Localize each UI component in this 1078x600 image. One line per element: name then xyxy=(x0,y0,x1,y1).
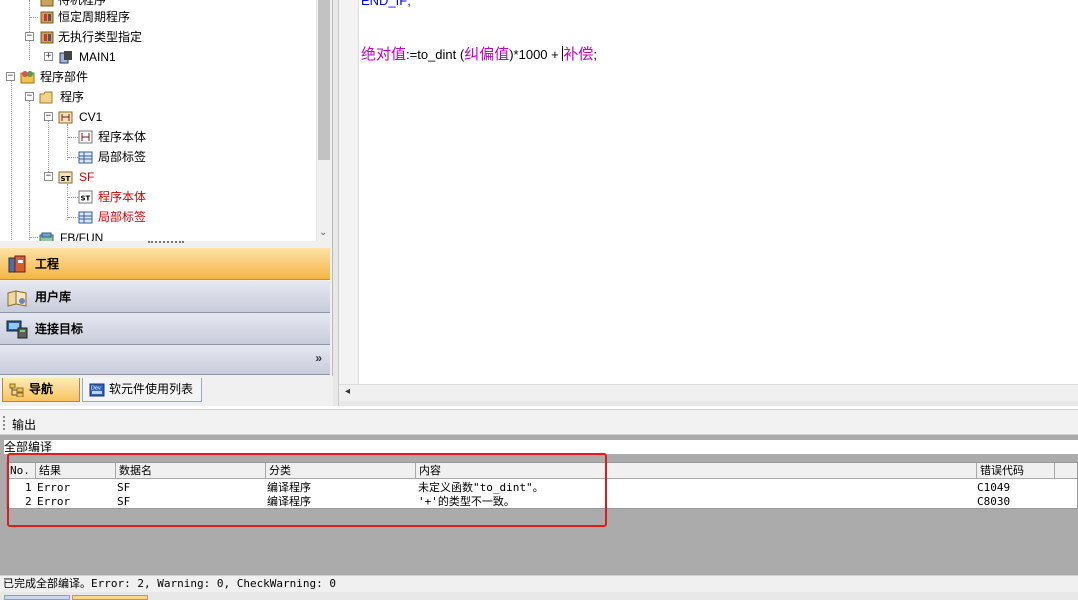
code-line-end-if[interactable]: END_IF; xyxy=(361,0,411,8)
ladder-body-icon xyxy=(78,130,93,144)
ladder-program-icon xyxy=(58,110,73,124)
library-icon xyxy=(6,287,28,307)
tree-vertical-scrollbar[interactable]: ⌄ xyxy=(316,0,330,241)
nav-button-user-library[interactable]: 用户库 xyxy=(0,281,330,313)
editor-horizontal-scrollbar[interactable]: ◂ xyxy=(339,384,1078,401)
label-table-icon xyxy=(78,210,93,224)
code-operator: )*1000 + xyxy=(509,47,563,62)
chevron-double-right-icon: » xyxy=(315,351,322,365)
nav-overflow-button[interactable]: » xyxy=(0,345,330,375)
project-icon xyxy=(6,254,28,274)
tab-device-usage-list[interactable]: Dev 软元件使用列表 xyxy=(82,378,202,402)
nav-button-connection-target[interactable]: 连接目标 xyxy=(0,313,330,345)
scroll-left-icon[interactable]: ◂ xyxy=(345,386,350,397)
dock-grip[interactable] xyxy=(3,416,6,430)
code-terminator: ; xyxy=(593,47,597,62)
output-window-header: 输出 xyxy=(0,409,1078,435)
cell-error-code: C8030 xyxy=(977,495,1011,508)
tree-item-cv1[interactable]: − CV1 xyxy=(0,107,316,127)
tree-item-program[interactable]: − 程序 xyxy=(0,87,316,107)
fb-folder-icon xyxy=(39,231,54,241)
navigation-tab-strip: 导航 Dev 软元件使用列表 xyxy=(0,376,333,406)
code-operator: :=to_dint ( xyxy=(406,47,465,62)
program-folder-icon xyxy=(40,30,55,44)
st-program-icon: ST xyxy=(58,170,73,184)
navigation-pane: 待机程序 恒定周期程序 − 无执行类型指定 + MAIN1 − 程序部件 − 程… xyxy=(0,0,333,406)
program-folder-icon xyxy=(40,10,55,24)
tree-item-fb-fun[interactable]: FB/FUN xyxy=(0,228,316,241)
navigation-tree-icon xyxy=(9,382,25,398)
tree-item-sf-local-labels[interactable]: 局部标签 xyxy=(0,207,316,227)
tree-item-program-parts[interactable]: − 程序部件 xyxy=(0,67,316,87)
scroll-down-icon[interactable]: ⌄ xyxy=(319,227,327,238)
collapse-toggle-icon[interactable]: − xyxy=(44,112,53,121)
tree-item-sf-program-body[interactable]: ST 程序本体 xyxy=(0,187,316,207)
error-highlight-annotation xyxy=(7,453,607,527)
editor-gutter xyxy=(339,0,359,384)
tree-item-main1[interactable]: + MAIN1 xyxy=(0,47,316,67)
tree-item-cv1-local-labels[interactable]: 局部标签 xyxy=(0,147,316,167)
collapse-toggle-icon[interactable]: − xyxy=(44,172,53,181)
program-icon xyxy=(58,50,73,64)
code-line-assignment[interactable]: 绝对值:=to_dint (纠偏值)*1000 + 补偿; xyxy=(361,43,597,64)
tab-navigation[interactable]: 导航 xyxy=(2,378,80,402)
svg-text:ST: ST xyxy=(81,195,91,203)
connection-icon xyxy=(6,319,28,339)
folder-icon xyxy=(39,90,54,104)
bottom-tab[interactable] xyxy=(4,595,70,600)
code-variable-compensation: 补偿 xyxy=(563,46,594,63)
cell-error-code: C1049 xyxy=(977,481,1011,494)
tree-item-cv1-program-body[interactable]: 程序本体 xyxy=(0,127,316,147)
expand-toggle-icon[interactable]: + xyxy=(44,52,53,61)
nav-button-project[interactable]: 工程 xyxy=(0,248,330,280)
st-body-icon: ST xyxy=(78,190,93,204)
editor-bottom-border xyxy=(339,401,1078,406)
pane-splitter-grip[interactable] xyxy=(148,241,184,245)
label-table-icon xyxy=(78,150,93,164)
svg-text:Dev: Dev xyxy=(91,386,101,392)
scrollbar-thumb[interactable] xyxy=(318,0,330,160)
code-variable-abs: 绝对值 xyxy=(361,46,407,63)
bottom-tab-active[interactable] xyxy=(72,595,148,600)
parts-folder-icon xyxy=(20,70,35,84)
bottom-tab-strip xyxy=(0,592,1078,600)
program-folder-icon xyxy=(40,0,55,7)
compile-all-label: 全部编译 xyxy=(4,440,1078,454)
compile-status-bar: 已完成全部编译。Error: 2, Warning: 0, CheckWarni… xyxy=(0,575,1078,592)
device-list-icon: Dev xyxy=(89,382,105,397)
svg-text:ST: ST xyxy=(61,175,71,183)
tree-item-fixed-cycle-program[interactable]: 恒定周期程序 xyxy=(0,7,316,27)
collapse-toggle-icon[interactable]: − xyxy=(25,92,34,101)
st-code-editor[interactable]: END_IF; 绝对值:=to_dint (纠偏值)*1000 + 补偿; xyxy=(359,0,1078,384)
tree-item-sf[interactable]: − ST SF xyxy=(0,167,316,187)
output-title: 输出 xyxy=(12,418,37,432)
tree-item-no-exec-type[interactable]: − 无执行类型指定 xyxy=(0,27,316,47)
column-header-error-code[interactable]: 错误代码 xyxy=(977,463,1055,479)
code-variable-correction: 纠偏值 xyxy=(464,46,510,63)
collapse-toggle-icon[interactable]: − xyxy=(25,32,34,41)
project-tree[interactable]: 待机程序 恒定周期程序 − 无执行类型指定 + MAIN1 − 程序部件 − 程… xyxy=(0,0,316,241)
collapse-toggle-icon[interactable]: − xyxy=(6,72,15,81)
